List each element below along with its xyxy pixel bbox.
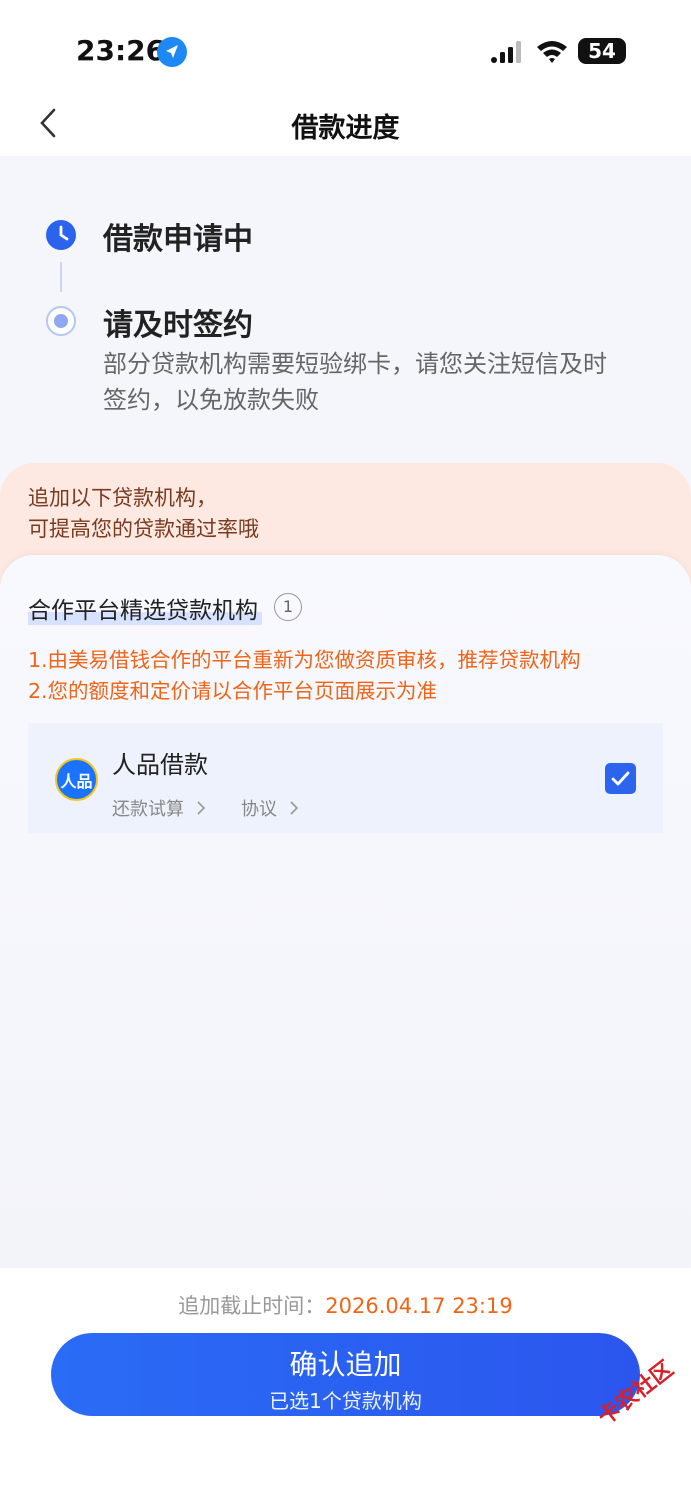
check-icon xyxy=(611,771,630,786)
repayment-calc-link[interactable]: 还款试算 xyxy=(112,795,206,821)
note-1: 1.由美易借钱合作的平台重新为您做资质审核，推荐贷款机构 xyxy=(28,648,581,672)
lender-checkbox[interactable] xyxy=(605,763,636,794)
note-2: 2.您的额度和定价请以合作平台页面展示为准 xyxy=(28,679,438,703)
count-badge: 1 xyxy=(274,593,302,621)
signal-icon xyxy=(491,41,521,63)
confirm-sub-label: 已选1个贷款机构 xyxy=(269,1389,422,1413)
step-description: 部分贷款机构需要短验绑卡，请您关注短信及时签约，以免放款失败 xyxy=(103,350,607,414)
clock-icon xyxy=(46,220,76,250)
step-label-sign: 请及时签约 xyxy=(103,308,253,343)
radio-dot-icon xyxy=(46,306,76,336)
loan-progress: 借款申请中 请及时签约 部分贷款机构需要短验绑卡，请您关注短信及时签约，以免放款… xyxy=(0,156,691,466)
lender-name: 人品借款 xyxy=(112,751,208,779)
agreement-link[interactable]: 协议 xyxy=(241,795,299,821)
footer: 追加截止时间：2026.04.17 23:19 确认追加 已选1个贷款机构 xyxy=(0,1268,691,1500)
location-arrow-icon xyxy=(157,37,187,67)
promo-line-1: 追加以下贷款机构， xyxy=(28,486,217,510)
promo-line-2: 可提高您的贷款通过率哦 xyxy=(28,517,259,541)
list-item[interactable]: 人品 人品借款 还款试算 协议 xyxy=(28,723,663,833)
confirm-add-button[interactable]: 确认追加 已选1个贷款机构 xyxy=(51,1333,640,1416)
deadline-value: 2026.04.17 23:19 xyxy=(325,1294,513,1318)
deadline: 追加截止时间：2026.04.17 23:19 xyxy=(0,1290,691,1320)
status-bar: 23:26 54 xyxy=(0,0,691,100)
step-label-applying: 借款申请中 xyxy=(103,222,253,257)
wifi-icon xyxy=(537,41,567,63)
nav-bar: 借款进度 xyxy=(0,90,691,156)
lender-card: 合作平台精选贷款机构 1 1.由美易借钱合作的平台重新为您做资质审核，推荐贷款机… xyxy=(0,555,691,1267)
status-time: 23:26 xyxy=(76,34,166,67)
deadline-label: 追加截止时间： xyxy=(178,1294,326,1318)
battery-icon: 54 xyxy=(578,38,626,64)
notes: 1.由美易借钱合作的平台重新为您做资质审核，推荐贷款机构 2.您的额度和定价请以… xyxy=(28,645,581,707)
step-connector xyxy=(60,262,62,292)
section-title: 合作平台精选贷款机构 xyxy=(28,591,262,625)
promo-text: 追加以下贷款机构， 可提高您的贷款通过率哦 xyxy=(28,483,259,545)
confirm-label: 确认追加 xyxy=(289,1348,402,1381)
chevron-right-icon xyxy=(197,801,205,815)
chevron-right-icon xyxy=(290,801,298,815)
repayment-calc-label: 还款试算 xyxy=(112,799,184,820)
lender-logo: 人品 xyxy=(55,758,98,801)
agreement-label: 协议 xyxy=(241,799,277,820)
page-title: 借款进度 xyxy=(291,113,400,144)
